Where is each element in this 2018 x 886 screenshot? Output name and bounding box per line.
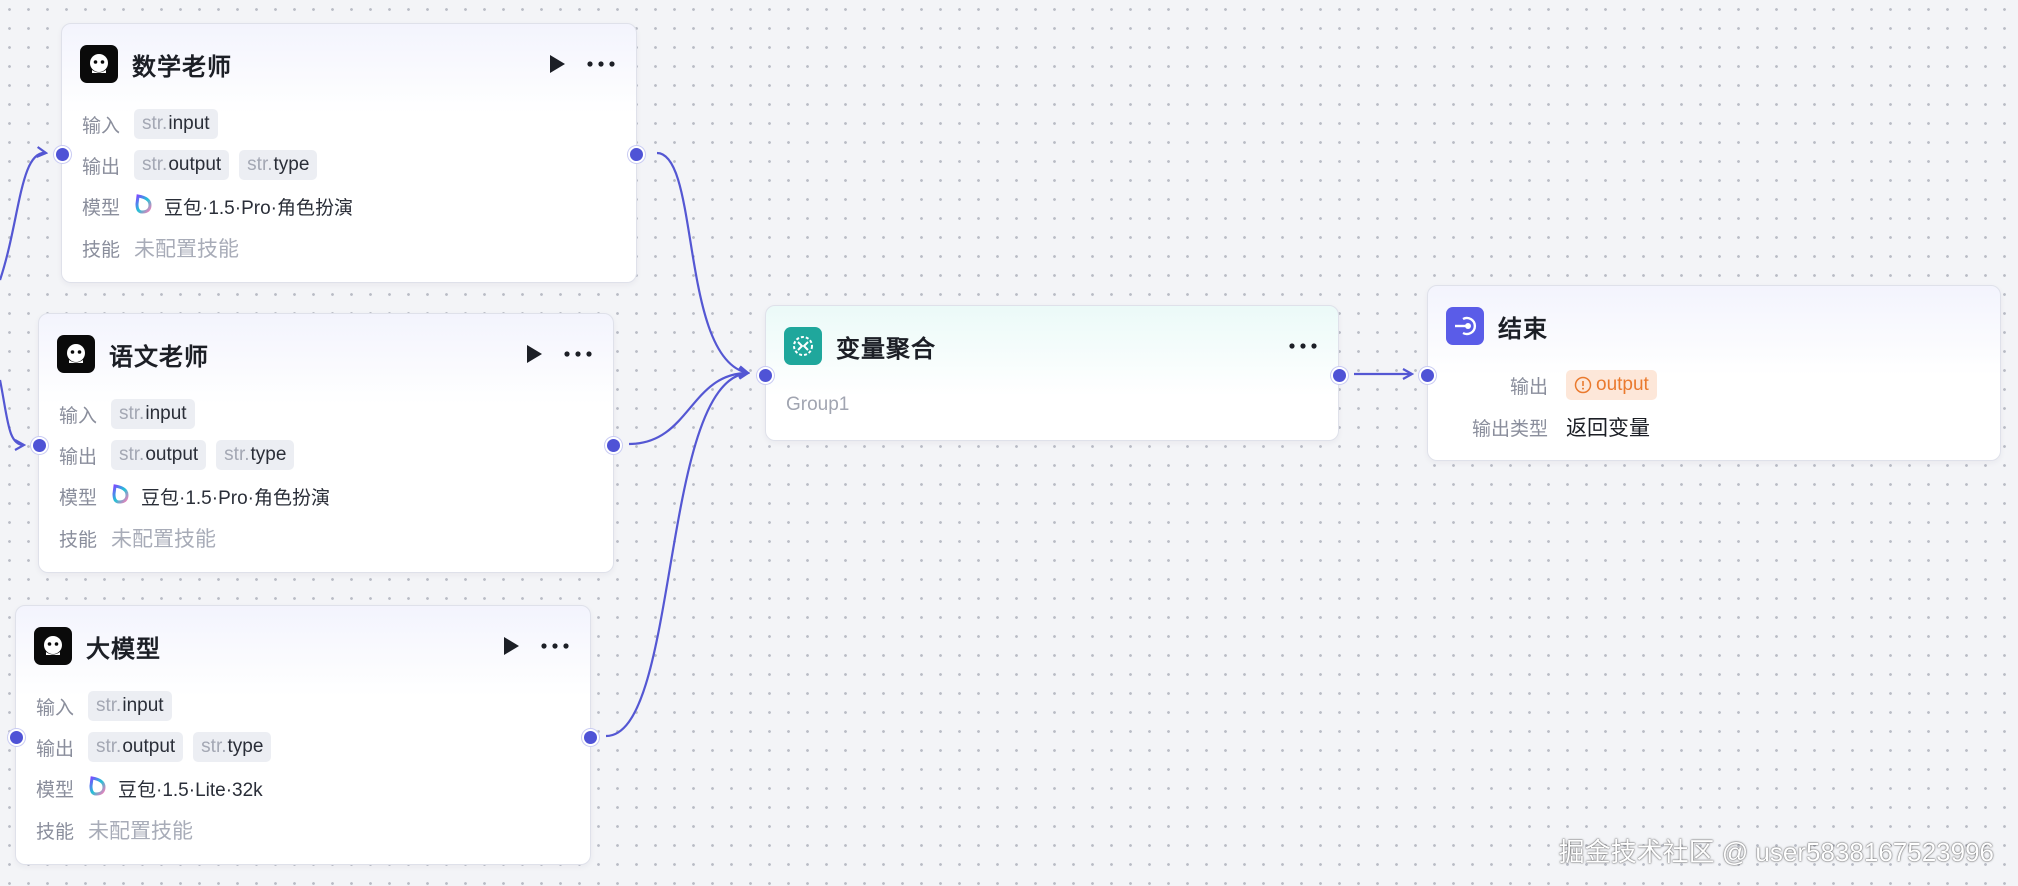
model-name: 豆包·1.5·Lite·32k [118,779,263,801]
output-label: 输出 [36,738,75,760]
play-icon[interactable] [498,633,524,659]
type-tag: str. type [193,732,272,762]
input-row: 输入 str. input [59,398,205,430]
output-type-row: 输出类型 返回变量 [1448,411,1650,443]
output-label: 输出 [59,446,98,468]
watermark: 掘金技术社区 @ user5838167523996 [1558,837,1994,867]
output-handle[interactable] [628,146,645,163]
model-row: 模型 豆包·1.5·Pro·角色扮演 [59,480,330,512]
edge-llm-to-aggregate [605,373,748,738]
output-handle[interactable] [582,729,599,746]
skill-row: 技能 未配置技能 [59,522,216,554]
input-handle[interactable] [1419,367,1436,384]
input-row: 输入 str. input [36,690,182,722]
output-label: 输出 [1509,376,1548,398]
robot-face-icon [34,627,72,665]
node-title: 结束 [1498,315,1548,343]
input-handle[interactable] [8,729,25,746]
skill-row: 技能 未配置技能 [36,814,193,846]
doubao-model-icon [88,775,108,802]
more-dots-icon[interactable] [1286,333,1320,359]
skill-value: 未配置技能 [134,238,239,261]
type-tag: str. type [216,440,295,470]
node-end[interactable]: 结束 输出 output 输出类型 返回变量 [1427,285,2001,461]
skill-label: 技能 [36,821,75,843]
node-title: 变量聚合 [836,335,936,363]
edge-incoming-math [0,153,46,281]
output-handle[interactable] [1331,367,1348,384]
node-title: 数学老师 [132,53,232,81]
input-tag: str. input [134,109,218,139]
node-chinese-teacher[interactable]: 语文老师 输入 str. input 输出 str. output str. type… [38,313,614,573]
play-icon[interactable] [544,51,570,77]
play-icon[interactable] [521,341,547,367]
model-row: 模型 豆包·1.5·Pro·角色扮演 [82,190,353,222]
model-label: 模型 [59,487,98,509]
skill-value: 未配置技能 [88,820,193,843]
node-variable-aggregate[interactable]: 变量聚合 Group1 [765,305,1339,441]
input-tag: str. input [111,399,195,429]
input-label: 输入 [36,697,75,719]
node-math-teacher[interactable]: 数学老师 输入 str. input 输出 str. output str. type… [61,23,637,283]
model-name: 豆包·1.5·Pro·角色扮演 [164,197,353,219]
edge-math-to-aggregate [656,151,748,373]
robot-face-icon [80,45,118,83]
robot-face-icon [57,335,95,373]
output-tag: str. output [88,732,184,762]
more-dots-icon[interactable] [538,633,572,659]
warning-circle-icon [1574,376,1592,394]
input-label: 输入 [82,115,121,137]
input-handle[interactable] [31,437,48,454]
output-row: 输出 str. output str. type [59,439,304,471]
more-dots-icon[interactable] [584,51,618,77]
group-row: Group1 [786,389,849,421]
model-label: 模型 [82,197,121,219]
node-llm[interactable]: 大模型 输入 str. input 输出 str. output str. type … [15,605,591,865]
output-handle[interactable] [605,437,622,454]
skill-value: 未配置技能 [111,528,216,551]
edge-chinese-to-aggregate [628,373,748,446]
end-exit-icon [1446,307,1484,345]
skill-row: 技能 未配置技能 [82,232,239,264]
more-dots-icon[interactable] [561,341,595,367]
model-row: 模型 豆包·1.5·Lite·32k [36,772,263,804]
input-label: 输入 [59,405,98,427]
input-row: 输入 str. input [82,108,228,140]
output-row: 输出 str. output str. type [82,149,327,181]
type-tag: str. type [239,150,318,180]
output-tag: str. output [111,440,207,470]
output-tag: output [1566,370,1657,400]
input-tag: str. input [88,691,172,721]
output-row: 输出 output [1448,369,1657,401]
doubao-model-icon [134,193,154,220]
model-name: 豆包·1.5·Pro·角色扮演 [141,487,330,509]
output-tag: str. output [134,150,230,180]
output-row: 输出 str. output str. type [36,731,281,763]
node-title: 大模型 [86,635,161,663]
skill-label: 技能 [82,239,121,261]
skill-label: 技能 [59,529,98,551]
node-title: 语文老师 [109,343,209,371]
edge-incoming-chinese [0,379,24,445]
output-label: 输出 [82,156,121,178]
doubao-model-icon [111,483,131,510]
output-type-value: 返回变量 [1566,417,1650,440]
group-label: Group1 [786,394,850,415]
variable-aggregate-icon [784,327,822,365]
input-handle[interactable] [757,367,774,384]
model-label: 模型 [36,779,75,801]
input-handle[interactable] [54,146,71,163]
output-type-label: 输出类型 [1471,418,1548,440]
